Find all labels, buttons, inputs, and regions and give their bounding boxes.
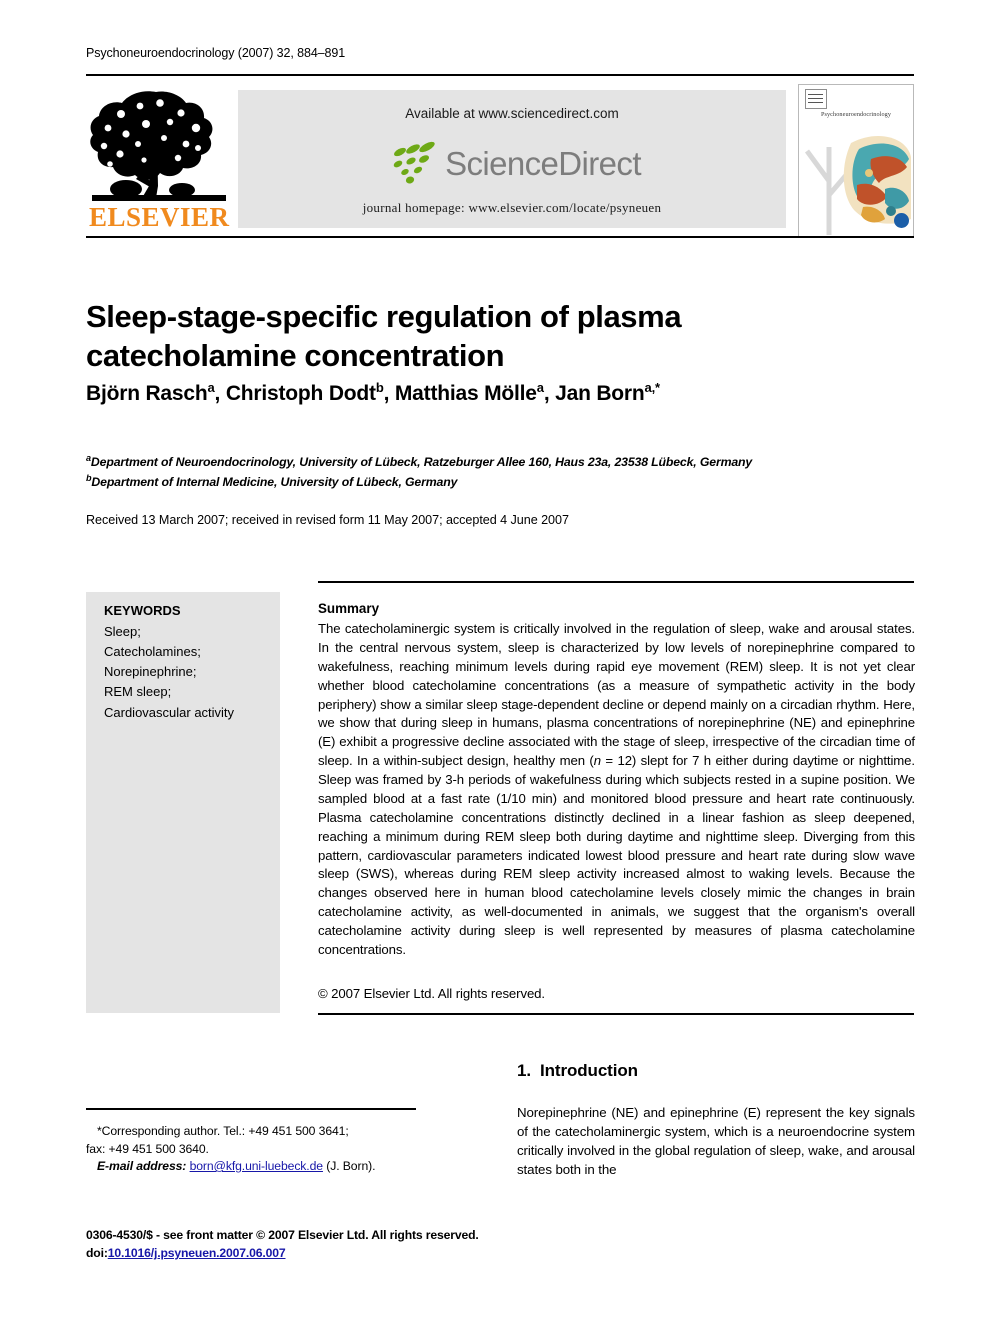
sciencedirect-logo: ScienceDirect [238,138,786,188]
author-list: Björn Rascha, Christoph Dodtb, Matthias … [86,380,661,405]
author-name: Björn Rasch [86,382,208,405]
affiliation-mark: b [86,472,92,483]
masthead: ELSEVIER Available at www.sciencedirect.… [86,84,914,238]
email-label: E-mail address: [97,1159,187,1173]
summary-text: The catecholaminergic system is critical… [318,621,915,957]
author-affiliation-mark: b [375,380,384,395]
summary-top-divider [318,581,914,583]
email-owner: (J. Born). [326,1159,376,1173]
author-name: Matthias Mölle [394,382,537,405]
summary-heading: Summary [318,601,380,616]
footnote-divider [86,1108,416,1110]
introduction-number: 1. [517,1061,531,1080]
available-at-text: Available at www.sciencedirect.com [405,106,619,121]
affiliation-list: aDepartment of Neuroendocrinology, Unive… [86,452,886,491]
cover-seal-icon [894,213,909,228]
page-title: Sleep-stage-specific regulation of plasm… [86,298,682,374]
sample-size-symbol: n [593,753,601,769]
sciencedirect-seeds-icon [393,141,435,184]
email-link[interactable]: born@kfg.uni-luebeck.de [190,1159,323,1173]
summary-bottom-divider [318,1013,914,1015]
introduction-title: Introduction [539,1061,638,1080]
cover-publisher-badge [805,89,827,109]
corresponding-author-note: *Corresponding author. Tel.: +49 451 500… [86,1123,466,1158]
article-first-page: Psychoneuroendocrinology (2007) 32, 884–… [0,0,992,1323]
author-affiliation-mark: a [207,380,215,395]
elsevier-wordmark: ELSEVIER [89,202,230,232]
cover-journal-title: Psychoneuroendocrinology [820,111,892,118]
issn-line: 0306-4530/$ - see front matter © 2007 El… [86,1228,479,1242]
affiliation-item: bDepartment of Internal Medicine, Univer… [86,472,458,489]
elsevier-logo: ELSEVIER [86,86,232,238]
sciencedirect-wordmark: ScienceDirect [445,144,641,182]
running-head: Psychoneuroendocrinology (2007) 32, 884–… [86,46,346,60]
keywords-heading: KEYWORDS [104,603,181,618]
doi-line: doi:10.1016/j.psyneuen.2007.06.007 [86,1246,286,1260]
journal-cover-thumbnail: Psychoneuroendocrinology [798,84,914,238]
summary-copyright: © 2007 Elsevier Ltd. All rights reserved… [318,986,545,1001]
article-history: Received 13 March 2007; received in revi… [86,513,569,527]
introduction-heading: 1. Introduction [517,1061,638,1081]
sciencedirect-banner: Available at www.sciencedirect.com Scien… [238,90,786,228]
affiliation-mark: a [86,453,91,463]
header-divider [86,74,914,76]
email-note: E-mail address: born@kfg.uni-luebeck.de … [97,1159,375,1173]
corresponding-author-line1: *Corresponding author. Tel.: +49 451 500… [97,1124,349,1138]
introduction-text: Norepinephrine (NE) and epinephrine (E) … [517,1105,915,1178]
doi-link[interactable]: 10.1016/j.psyneuen.2007.06.007 [108,1246,286,1260]
journal-homepage-text: journal homepage: www.elsevier.com/locat… [362,200,662,215]
author-name: Jan Born [555,382,645,405]
author-affiliation-mark: a,* [644,380,661,395]
masthead-divider [86,236,914,238]
keywords-list: Sleep; Catecholamines; Norepinephrine; R… [104,624,235,720]
author-name: Christoph Dodt [225,382,376,405]
corresponding-author-line2: fax: +49 451 500 3640. [86,1141,209,1156]
doi-prefix: doi: [86,1246,108,1260]
affiliation-item: aDepartment of Neuroendocrinology, Unive… [86,453,753,470]
author-affiliation-mark: a [536,380,544,395]
